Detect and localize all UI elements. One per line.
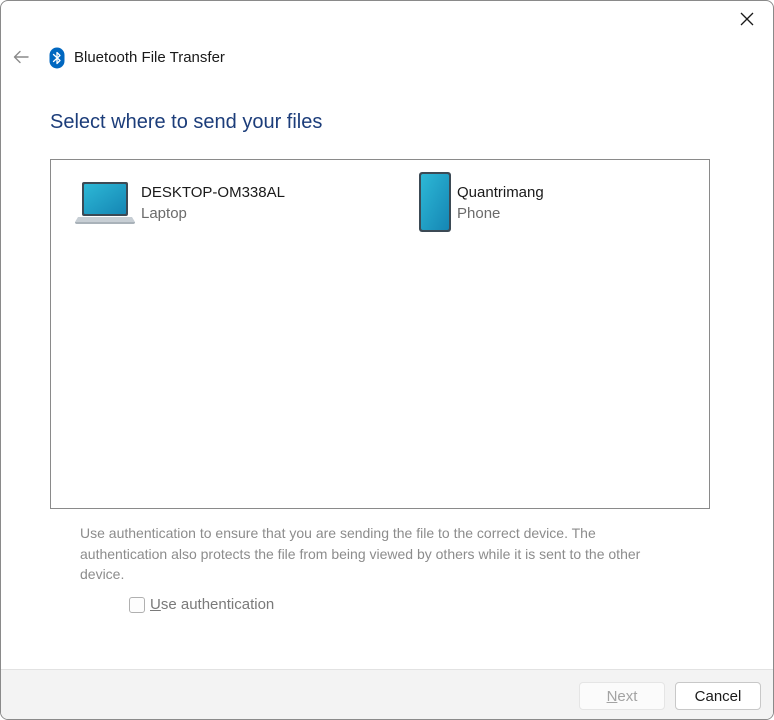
use-authentication-label[interactable]: Use authentication [150,596,274,613]
label-mnemonic: U [150,596,161,613]
device-list[interactable]: DESKTOP-OM338AL Laptop Quantrimang Phone [50,159,710,509]
cancel-button[interactable]: Cancel [675,682,761,710]
next-mnemonic: N [606,687,618,705]
label-rest: se authentication [160,596,275,613]
authentication-description: Use authentication to ensure that you ar… [80,525,641,582]
device-type: Phone [457,205,501,222]
window-title: Bluetooth File Transfer [74,49,225,66]
device-item-phone[interactable]: Quantrimang Phone [403,170,544,234]
bluetooth-icon [49,47,65,69]
footer-bar: Next Cancel [1,669,773,719]
checkbox-box[interactable] [129,596,145,613]
device-item-laptop[interactable]: DESKTOP-OM338AL Laptop [73,170,285,234]
back-arrow-icon [13,50,29,64]
device-name: Quantrimang [457,184,544,201]
next-button[interactable]: Next [579,682,665,710]
next-rest: ext [617,687,638,705]
device-name: DESKTOP-OM338AL [141,184,285,201]
phone-icon [419,172,451,232]
use-authentication-checkbox[interactable]: Use authentication [129,596,274,613]
back-button[interactable] [7,43,35,71]
bluetooth-file-transfer-window: Bluetooth File Transfer Select where to … [0,0,774,720]
close-icon [740,12,754,26]
close-button[interactable] [727,3,767,35]
device-type: Laptop [141,205,187,222]
laptop-icon [75,182,135,224]
page-heading: Select where to send your files [50,111,323,133]
